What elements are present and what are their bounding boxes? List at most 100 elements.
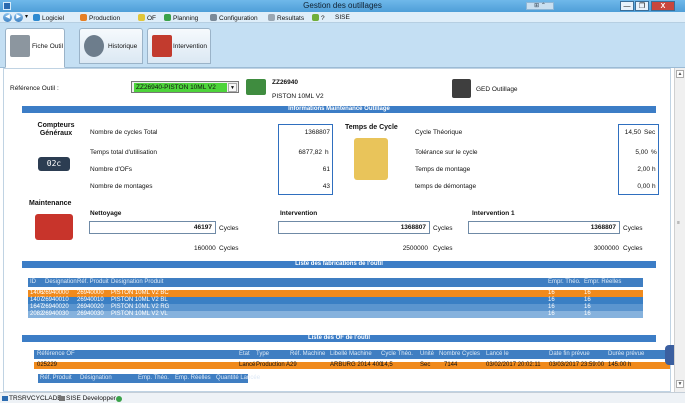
col-sub-emp-theo[interactable]: Emp. Théo. [138, 375, 169, 381]
col-sub-emp-reelles[interactable]: Emp. Réelles [175, 375, 211, 381]
layout-grid-icon[interactable]: ⊞ ⌃ [526, 2, 554, 10]
outil-name: PISTON 10ML V2 [272, 93, 324, 100]
col-sub-ref-produit[interactable]: Réf. Produit [40, 375, 72, 381]
row-designation: 26940000 [42, 290, 69, 296]
menu-production[interactable]: Production [80, 14, 120, 22]
col-ref-produit[interactable]: Réf. Produit [77, 279, 109, 285]
fabrications-columns: ID Designation Réf. Produit Designation … [28, 278, 643, 287]
menu-sise[interactable]: SISE [335, 14, 350, 21]
cycle-theo-value: 14,50 [624, 129, 641, 136]
nettoyage-threshold-unit: Cycles [219, 245, 239, 252]
row-reel: 16 [584, 311, 591, 317]
col-unite[interactable]: Unité [420, 351, 434, 357]
menu-resultats[interactable]: Resultats [268, 14, 304, 22]
menu-planning[interactable]: Planning [164, 14, 198, 22]
intervention1-value: 1368807 [468, 221, 620, 234]
col-id[interactable]: ID [30, 279, 36, 285]
cycle-montage-label: Temps de montage [415, 166, 471, 173]
of-duree: 145.00 h [608, 362, 632, 368]
forward-button[interactable]: ▶ [14, 13, 23, 22]
intervention-threshold: 2500000 [402, 245, 428, 252]
row-ref: 26940000 [77, 290, 104, 296]
col-empr-reelles[interactable]: Empr. Réelles [584, 279, 621, 285]
row-theo: 16 [548, 311, 555, 317]
col-nb-cycles[interactable]: Nombre Cycles [439, 351, 480, 357]
col-empr-theo[interactable]: Empr. Théo. [548, 279, 581, 285]
of-ref: 025229 [37, 362, 58, 368]
tab-intervention[interactable]: Intervention [147, 28, 211, 64]
table-row[interactable]: 1406 26940000 26940000 PISTON 10ML V2 BC… [28, 290, 643, 297]
tool-sheet-icon [10, 35, 30, 57]
counter-time-value: 6877,82 [298, 149, 323, 156]
col-lance[interactable]: Lancé le [486, 351, 509, 357]
counter-display-icon: 02c [38, 157, 70, 171]
cycle-title: Temps de Cycle [345, 124, 398, 131]
tab-fiche-outil[interactable]: Fiche Outil [5, 28, 65, 68]
col-duree[interactable]: Durée prévue [608, 351, 644, 357]
configuration-icon [210, 14, 217, 21]
outil-code: ZZ26940 [272, 79, 299, 86]
nettoyage-threshold: 160000 [194, 245, 216, 252]
col-ref-of[interactable]: Référence OF [37, 351, 75, 357]
row-designation: 26940010 [42, 297, 69, 303]
minimize-button[interactable]: — [620, 1, 634, 11]
nettoyage-value: 46197 [89, 221, 216, 234]
maximize-button[interactable]: ❐ [635, 1, 649, 11]
col-type[interactable]: Type [256, 351, 269, 357]
menu-of[interactable]: OF [138, 14, 156, 22]
table-row[interactable]: 1407 26940010 26940010 PISTON 10ML V2 BL… [28, 297, 643, 304]
title-bar: Gestion des outillages ⊞ ⌃ — ❐ X [0, 0, 685, 12]
col-designation-produit[interactable]: Designation Produit [111, 279, 163, 285]
of-row[interactable]: 025229 Lancé Production A29 ARBURG 2014 … [34, 362, 670, 369]
col-libelle-machine[interactable]: Libellé Machine [330, 351, 372, 357]
col-cycle-theo[interactable]: Cycle Théo. [381, 351, 413, 357]
of-columns: Référence OF Etat Type Réf. Machine Libe… [34, 350, 670, 359]
ged-cabinet-icon[interactable] [452, 79, 471, 98]
scroll-down-icon[interactable]: ▼ [676, 380, 684, 388]
vertical-scrollbar[interactable]: ▲ ≡ ▼ [674, 68, 685, 392]
menu-help[interactable]: ? [312, 14, 325, 22]
menu-configuration[interactable]: Configuration [210, 14, 258, 22]
fabrications-header: Liste des fabrications de l'outil [22, 261, 656, 268]
ref-outil-select[interactable]: ZZ26940-PISTON 10ML V2 ▼ [131, 81, 239, 93]
intervention-label: Intervention [280, 210, 318, 217]
tab-historique[interactable]: Historique [79, 28, 143, 64]
col-designation[interactable]: Designation [45, 279, 77, 285]
scroll-grip-icon[interactable]: ≡ [677, 220, 683, 226]
ref-outil-value: ZZ26940-PISTON 10ML V2 [134, 83, 227, 92]
table-row[interactable]: 1647 26940020 26940020 PISTON 10ML V2 RG… [28, 304, 643, 311]
counter-time-unit: h [325, 149, 329, 156]
col-etat[interactable]: Etat [239, 351, 250, 357]
intervention-value: 1368807 [278, 221, 430, 234]
intervention1-label: Intervention 1 [472, 210, 515, 217]
counter-montages-value: 43 [322, 183, 330, 190]
row-reel: 16 [584, 304, 591, 310]
col-ref-machine[interactable]: Réf. Machine [290, 351, 325, 357]
side-panel-handle[interactable] [665, 345, 674, 365]
scroll-up-icon[interactable]: ▲ [676, 70, 684, 78]
nav-dropdown-icon[interactable]: ▾ [25, 13, 28, 20]
maintenance-info-header: Informations Maintenance Outillage [22, 106, 656, 113]
col-date-fin[interactable]: Date fin prévue [549, 351, 590, 357]
resultats-icon [268, 14, 275, 21]
ref-outil-label: Référence Outil : [10, 85, 59, 92]
nettoyage-unit: Cycles [219, 225, 239, 232]
toolbox-icon [35, 214, 73, 240]
close-button[interactable]: X [651, 1, 675, 11]
row-theo: 16 [548, 304, 555, 310]
chevron-down-icon[interactable]: ▼ [228, 83, 237, 92]
menu-logiciel[interactable]: Logiciel [33, 14, 64, 22]
col-sub-qte-lancee[interactable]: Quantité Lancée [216, 375, 260, 381]
of-libelle: ARBURG 2014 400 [330, 362, 383, 368]
row-produit: PISTON 10ML V2 RG [111, 304, 170, 310]
row-produit: PISTON 10ML V2 BL [111, 297, 168, 303]
cycle-theo-unit: Sec [644, 129, 656, 136]
row-reel: 16 [584, 297, 591, 303]
maintenance-title: Maintenance [29, 200, 72, 207]
row-theo: 16 [548, 297, 555, 303]
ged-outillage-link[interactable]: GED Outillage [476, 86, 518, 93]
col-sub-designation[interactable]: Désignation [80, 375, 112, 381]
cycle-montage-value: 2,00 [637, 166, 650, 173]
table-row[interactable]: 2082 26940030 26940030 PISTON 10ML V2 VL… [28, 311, 643, 318]
back-button[interactable]: ◀ [3, 13, 12, 22]
